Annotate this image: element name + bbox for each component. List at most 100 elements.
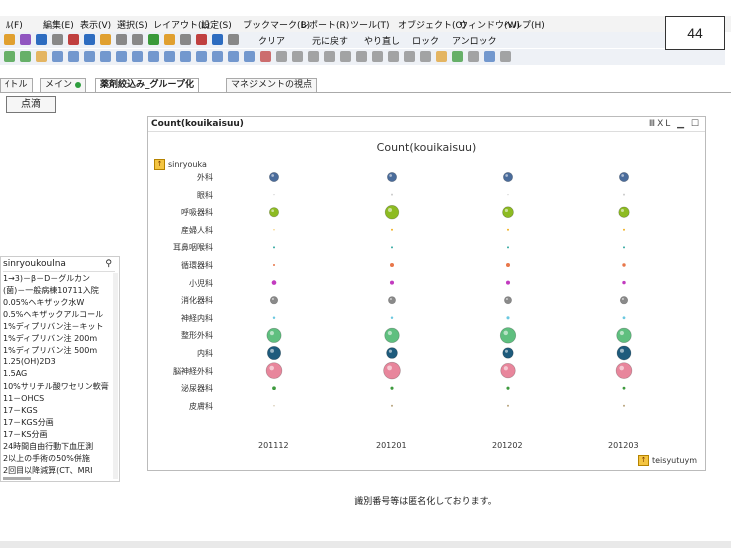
toolbar-icon[interactable] xyxy=(52,51,63,62)
bubble[interactable] xyxy=(622,280,626,285)
toolbar-icon[interactable] xyxy=(164,34,175,45)
bubble[interactable] xyxy=(266,345,282,361)
tab-main[interactable]: メイン xyxy=(40,78,87,92)
list-item[interactable]: 1%ディプリバン注 500m xyxy=(3,345,97,356)
tab-management[interactable]: マネジメントの視点 xyxy=(226,78,318,92)
bubble[interactable] xyxy=(391,246,393,249)
menu-item[interactable]: オブジェクト(O) xyxy=(398,18,466,31)
toolbar-icon[interactable] xyxy=(148,51,159,62)
bubble[interactable] xyxy=(390,316,394,320)
toolbar-icon[interactable] xyxy=(420,51,431,62)
toolbar-icon[interactable] xyxy=(20,34,31,45)
toolbar-icon[interactable] xyxy=(228,51,239,62)
toolbar-icon[interactable] xyxy=(308,51,319,62)
toolbar-icon[interactable] xyxy=(340,51,351,62)
list-item[interactable]: 1%ディプリバン注－キット xyxy=(3,321,104,332)
bubble[interactable] xyxy=(619,171,630,182)
bubble[interactable] xyxy=(386,347,398,359)
list-item[interactable]: 24時間自由行動下血圧測 xyxy=(3,441,93,452)
toolbar-icon[interactable] xyxy=(388,51,399,62)
toolbar-icon[interactable] xyxy=(276,51,287,62)
bubble[interactable] xyxy=(622,386,626,390)
toolbar-icon[interactable] xyxy=(132,51,143,62)
bubble[interactable] xyxy=(622,316,626,320)
bubble[interactable] xyxy=(273,405,275,407)
toolbar-icon[interactable] xyxy=(324,51,335,62)
lock-button[interactable]: ロック xyxy=(412,34,439,47)
bubble[interactable] xyxy=(622,263,626,267)
toolbar-icon[interactable] xyxy=(244,51,255,62)
toolbar-icon[interactable] xyxy=(100,51,111,62)
toolbar-icon[interactable] xyxy=(68,34,79,45)
list-item[interactable]: 17－KS分画 xyxy=(3,429,48,440)
toolbar-icon[interactable] xyxy=(148,34,159,45)
bubble[interactable] xyxy=(503,171,514,182)
bubble[interactable] xyxy=(499,327,517,344)
toolbar-icon[interactable] xyxy=(212,51,223,62)
list-item[interactable]: 1.5AG xyxy=(3,369,27,378)
toolbar-icon[interactable] xyxy=(260,51,271,62)
toolbar-icon[interactable] xyxy=(404,51,415,62)
bubble[interactable] xyxy=(623,246,625,249)
bubble[interactable] xyxy=(387,171,398,182)
toolbar-icon[interactable] xyxy=(212,34,223,45)
list-box-sinryoukoulna[interactable]: sinryoukoulna ⚲ 1→3)－β－D－グルカン (菌)－一般病棟107… xyxy=(0,256,120,482)
toolbar-icon[interactable] xyxy=(500,51,511,62)
bubble[interactable] xyxy=(389,280,395,285)
bubble[interactable] xyxy=(391,228,393,231)
toolbar-icon[interactable] xyxy=(196,51,207,62)
bubble[interactable] xyxy=(623,404,625,407)
bubble[interactable] xyxy=(623,193,625,196)
toolbar-icon[interactable] xyxy=(372,51,383,62)
list-item[interactable]: 1→3)－β－D－グルカン xyxy=(3,273,90,284)
tenteki-button[interactable]: 点滴 xyxy=(6,96,56,113)
bubble[interactable] xyxy=(507,404,509,407)
horizontal-scrollbar[interactable] xyxy=(3,477,31,480)
bubble[interactable] xyxy=(616,345,632,361)
toolbar-icon[interactable] xyxy=(52,34,63,45)
menu-item[interactable]: 選択(S) xyxy=(117,18,148,31)
list-item[interactable]: (菌)－一般病棟10711入院 xyxy=(3,285,99,296)
search-icon[interactable]: ⚲ xyxy=(105,259,112,269)
bubble[interactable] xyxy=(616,327,632,344)
toolbar-icon[interactable] xyxy=(100,34,111,45)
list-item[interactable]: 1%ディプリバン注 200m xyxy=(3,333,97,344)
bubble[interactable] xyxy=(389,262,395,268)
bubble[interactable] xyxy=(273,264,275,266)
bubble[interactable] xyxy=(273,229,275,231)
bubble[interactable] xyxy=(615,362,633,379)
list-item[interactable]: 2回目以降減算(CT、MRI xyxy=(3,465,93,476)
bubble[interactable] xyxy=(623,228,625,231)
toolbar-icon[interactable] xyxy=(84,51,95,62)
toolbar-icon[interactable] xyxy=(180,34,191,45)
bubble[interactable] xyxy=(502,206,514,218)
list-item[interactable]: 11－OHCS xyxy=(3,393,44,404)
toolbar-icon[interactable] xyxy=(452,51,463,62)
undo-button[interactable]: 元に戻す xyxy=(312,34,348,47)
menu-item[interactable]: 編集(E) xyxy=(43,18,74,31)
bubble[interactable] xyxy=(272,386,276,391)
bubble[interactable] xyxy=(272,316,276,320)
bubble[interactable] xyxy=(506,316,510,320)
toolbar-icon[interactable] xyxy=(116,51,127,62)
unlock-button[interactable]: アンロック xyxy=(452,34,497,47)
list-item[interactable]: 17－KGS分画 xyxy=(3,417,54,428)
bubble[interactable] xyxy=(507,228,509,231)
bubble[interactable] xyxy=(383,361,401,380)
vertical-scrollbar[interactable] xyxy=(113,273,118,479)
toolbar-icon[interactable] xyxy=(20,51,31,62)
tab-drug-filter[interactable]: 薬剤絞込み_グループ化 xyxy=(95,78,199,92)
toolbar-icon[interactable] xyxy=(484,51,495,62)
list-item[interactable]: 2以上の手術の50%併施 xyxy=(3,453,90,464)
toolbar-icon[interactable] xyxy=(196,34,207,45)
bubble[interactable] xyxy=(268,171,279,182)
menu-item[interactable]: ツール(T) xyxy=(350,18,390,31)
bubble[interactable] xyxy=(507,246,509,249)
bubble[interactable] xyxy=(504,296,512,305)
toolbar-icon[interactable] xyxy=(116,34,127,45)
toolbar-icon[interactable] xyxy=(228,34,239,45)
bubble[interactable] xyxy=(390,386,394,390)
bubble[interactable] xyxy=(391,404,393,407)
bubble[interactable] xyxy=(505,280,511,285)
bubble[interactable] xyxy=(265,362,283,379)
